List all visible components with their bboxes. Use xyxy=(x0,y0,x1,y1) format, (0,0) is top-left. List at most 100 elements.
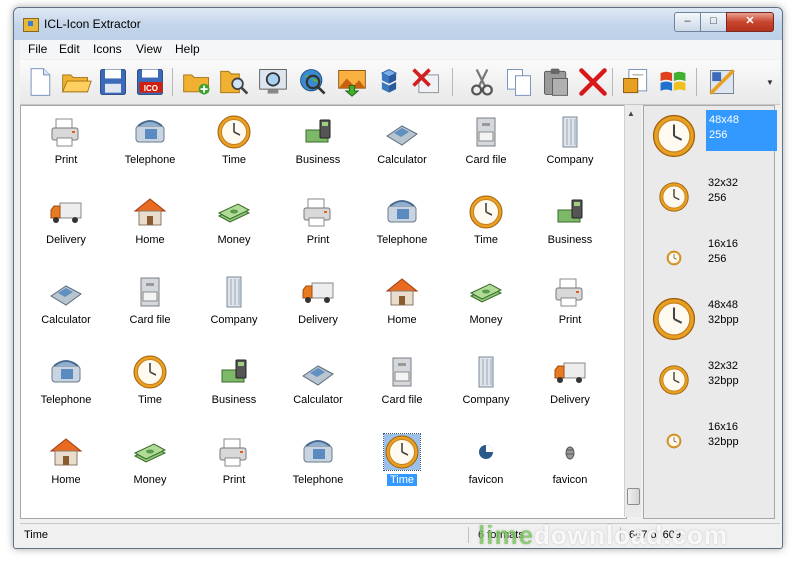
cut-button[interactable] xyxy=(466,66,498,98)
icon-cell[interactable]: Calculator xyxy=(276,348,360,428)
icon-cell[interactable]: Time xyxy=(444,188,528,268)
import-image-icon xyxy=(336,70,368,101)
icon-label: Delivery xyxy=(550,394,590,406)
cubes-button[interactable] xyxy=(373,66,405,98)
import-image-button[interactable] xyxy=(336,66,368,98)
clock-icon xyxy=(666,433,682,452)
windows-logo-button[interactable] xyxy=(657,66,689,98)
menu-file[interactable]: File xyxy=(28,42,47,56)
icon-label: Business xyxy=(547,234,593,246)
format-item[interactable]: 48x48 32bpp xyxy=(644,289,772,349)
icon-label: Time xyxy=(137,394,163,406)
truck-icon xyxy=(48,194,84,230)
menu-bar: File Edit Icons View Help xyxy=(20,40,780,59)
icon-label: Company xyxy=(546,154,594,166)
icon-cell[interactable]: Telephone xyxy=(276,428,360,508)
close-button[interactable]: ✕ xyxy=(726,12,774,32)
format-item[interactable]: 16x16 32bpp xyxy=(644,411,772,471)
format-label: 48x48 256 xyxy=(706,110,777,151)
search-screen-button[interactable] xyxy=(257,66,289,98)
add-folder-button[interactable] xyxy=(181,66,213,98)
icon-cell[interactable]: Telephone xyxy=(360,188,444,268)
remove-button[interactable] xyxy=(410,66,442,98)
icon-cell[interactable]: Delivery xyxy=(276,268,360,348)
truck-icon xyxy=(300,274,336,310)
icon-cell[interactable]: Money xyxy=(444,268,528,348)
settings-button[interactable] xyxy=(706,66,738,98)
icon-cell[interactable]: Time xyxy=(192,108,276,188)
icon-cell[interactable]: favicon xyxy=(444,428,528,508)
scroll-up-icon[interactable]: ▲ xyxy=(627,109,635,118)
vertical-scrollbar[interactable]: ▲ xyxy=(624,105,641,517)
format-item[interactable]: 32x32 32bpp xyxy=(644,350,772,410)
card-file-icon xyxy=(132,274,168,310)
icon-cell[interactable]: Company xyxy=(444,348,528,428)
printer-icon xyxy=(216,434,252,470)
save-ico-button[interactable]: ICO xyxy=(134,66,166,98)
icon-cell[interactable]: Card file xyxy=(108,268,192,348)
icon-cell[interactable]: Calculator xyxy=(360,108,444,188)
format-item[interactable]: 32x32 256 xyxy=(644,167,772,227)
icon-cell[interactable]: Business xyxy=(528,188,612,268)
icon-cell[interactable]: Print xyxy=(528,268,612,348)
icon-cell[interactable]: Company xyxy=(528,108,612,188)
icon-grid[interactable]: Print Telephone Time Business Calculator Card… xyxy=(20,105,627,519)
icon-cell[interactable]: Print xyxy=(276,188,360,268)
icon-cell[interactable]: Calculator xyxy=(24,268,108,348)
menu-icons[interactable]: Icons xyxy=(93,42,122,56)
clock-icon xyxy=(132,354,168,390)
icon-label: Card file xyxy=(381,394,423,406)
icon-cell[interactable]: Home xyxy=(24,428,108,508)
search-folder-button[interactable] xyxy=(218,66,250,98)
icon-cell[interactable]: Money xyxy=(108,428,192,508)
web-search-button[interactable] xyxy=(297,66,329,98)
icon-cell[interactable]: Print xyxy=(192,428,276,508)
telephone-icon xyxy=(384,194,420,230)
icon-cell[interactable]: Print xyxy=(24,108,108,188)
toolbar-overflow-icon[interactable]: ▼ xyxy=(766,78,774,87)
icon-cell[interactable]: Company xyxy=(192,268,276,348)
properties-button[interactable] xyxy=(620,66,652,98)
minimize-button[interactable]: – xyxy=(674,12,701,32)
icon-cell[interactable]: Card file xyxy=(360,348,444,428)
icon-cell[interactable]: favicon xyxy=(528,428,612,508)
delete-button[interactable] xyxy=(577,66,609,98)
icon-cell[interactable]: Telephone xyxy=(24,348,108,428)
cubes-icon xyxy=(373,69,405,101)
icon-cell[interactable]: Delivery xyxy=(24,188,108,268)
icon-label: Company xyxy=(462,394,510,406)
icon-cell[interactable]: Business xyxy=(192,348,276,428)
calculator-icon xyxy=(300,354,336,390)
icon-label: favicon xyxy=(552,474,588,486)
paste-button[interactable] xyxy=(540,66,572,98)
icon-label: Telephone xyxy=(40,394,92,406)
formats-panel[interactable]: 48x48 256 32x32 256 16x16 256 48x48 32bpp 32x32 3… xyxy=(643,105,777,519)
house-icon xyxy=(48,434,84,470)
icon-label: Telephone xyxy=(124,154,176,166)
icon-cell[interactable]: Business xyxy=(276,108,360,188)
maximize-button[interactable]: □ xyxy=(700,12,727,32)
icon-cell[interactable]: Delivery xyxy=(528,348,612,428)
title-bar[interactable]: ICL-Icon Extractor – □ ✕ xyxy=(14,8,782,40)
icon-cell[interactable]: Home xyxy=(108,188,192,268)
icon-cell[interactable]: Telephone xyxy=(108,108,192,188)
format-item[interactable]: 48x48 256 xyxy=(644,106,777,166)
menu-edit[interactable]: Edit xyxy=(59,42,80,56)
icon-cell[interactable]: Card file xyxy=(444,108,528,188)
format-label: 48x48 32bpp xyxy=(708,299,739,326)
icon-cell[interactable]: Home xyxy=(360,268,444,348)
save-button[interactable] xyxy=(97,66,129,98)
new-button[interactable] xyxy=(24,66,56,98)
icon-cell[interactable]: Time xyxy=(360,428,444,508)
business-icon xyxy=(216,354,252,390)
copy-button[interactable] xyxy=(503,66,535,98)
add-folder-icon xyxy=(181,74,213,101)
menu-view[interactable]: View xyxy=(136,42,162,56)
format-item[interactable]: 16x16 256 xyxy=(644,228,772,288)
menu-help[interactable]: Help xyxy=(175,42,200,56)
icon-cell[interactable]: Money xyxy=(192,188,276,268)
clock-icon xyxy=(468,194,504,230)
icon-cell[interactable]: Time xyxy=(108,348,192,428)
scroll-thumb[interactable] xyxy=(627,488,640,505)
open-folder-button[interactable] xyxy=(60,66,92,98)
